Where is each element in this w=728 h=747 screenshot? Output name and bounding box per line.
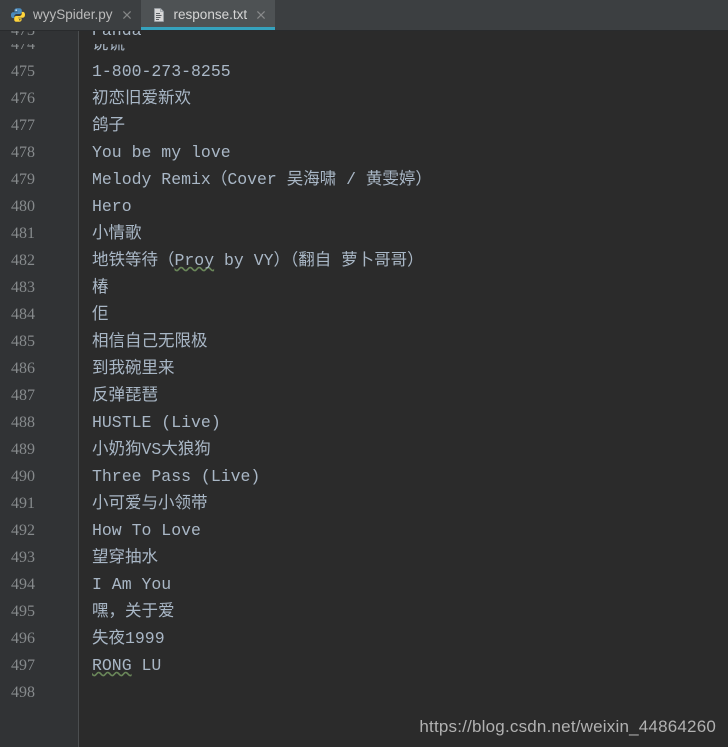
code-line[interactable]: 1-800-273-8255 <box>92 58 728 85</box>
text-file-icon <box>153 8 164 22</box>
line-number: 485 <box>11 333 35 350</box>
line-number: 479 <box>11 171 35 188</box>
code-line[interactable]: 说谎 <box>92 31 728 58</box>
code-text: 失夜1999 <box>92 629 165 648</box>
line-number: 486 <box>11 360 35 377</box>
line-number: 492 <box>11 522 35 539</box>
code-text: 1-800-273-8255 <box>92 62 231 81</box>
line-number: 480 <box>11 198 35 215</box>
code-line[interactable]: You be my love <box>92 139 728 166</box>
code-text: 初恋旧爱新欢 <box>92 89 191 108</box>
line-number: 484 <box>11 306 35 323</box>
line-number: 478 <box>11 144 35 161</box>
line-number: 493 <box>11 549 35 566</box>
code-line[interactable]: 望穿抽水 <box>92 544 728 571</box>
line-number: 476 <box>11 90 35 107</box>
code-text: Melody Remix（Cover 吴海啸 / 黄雯婷） <box>92 170 432 189</box>
code-line[interactable]: 相信自己无限极 <box>92 328 728 355</box>
line-number: 488 <box>11 414 35 431</box>
line-number: 487 <box>11 387 35 404</box>
code-text: 佢 <box>92 305 109 324</box>
code-text: You be my love <box>92 143 231 162</box>
editor-tab-bar: wyySpider.py response.txt <box>0 0 728 31</box>
code-line[interactable]: Hero <box>92 193 728 220</box>
line-number: 495 <box>11 603 35 620</box>
code-text: Three Pass (Live) <box>92 467 261 486</box>
code-line[interactable] <box>92 679 728 706</box>
code-text: LU <box>131 656 162 675</box>
tab-response-txt[interactable]: response.txt <box>140 0 276 30</box>
line-number: 496 <box>11 630 35 647</box>
code-text: HUSTLE (Live) <box>92 413 221 432</box>
line-number: 490 <box>11 468 35 485</box>
code-text: 相信自己无限极 <box>92 332 208 351</box>
code-line[interactable]: Melody Remix（Cover 吴海啸 / 黄雯婷） <box>92 166 728 193</box>
line-number: 494 <box>11 576 35 593</box>
spelling-typo-text: Proy <box>174 251 215 270</box>
line-number: 481 <box>11 225 35 242</box>
code-text: by VY）（翻自 萝卜哥哥） <box>214 251 424 270</box>
code-text: How To Love <box>92 521 201 540</box>
tab-label: response.txt <box>173 7 248 23</box>
line-number: 474 <box>11 36 35 53</box>
code-line[interactable]: 地铁等待（Proy by VY）（翻自 萝卜哥哥） <box>92 247 728 274</box>
code-line[interactable]: 鸽子 <box>92 112 728 139</box>
code-text: 鸽子 <box>92 116 125 135</box>
code-line[interactable]: 初恋旧爱新欢 <box>92 85 728 112</box>
code-line[interactable]: I Am You <box>92 571 728 598</box>
python-file-icon <box>11 8 25 22</box>
line-number: 477 <box>11 117 35 134</box>
code-line[interactable]: 佢 <box>92 301 728 328</box>
editor-area[interactable]: 474 475 476 477 478 479 480 481 482 483 484 485 486 4… <box>0 31 728 747</box>
code-line[interactable]: HUSTLE (Live) <box>92 409 728 436</box>
code-text: 嘿，关于爱 <box>92 602 175 621</box>
line-number: 491 <box>11 495 35 512</box>
code-text: 地铁等待（ <box>92 251 175 270</box>
code-text: 小可爱与小领带 <box>92 494 208 513</box>
code-line[interactable]: RONG LU <box>92 652 728 679</box>
code-text: 小情歌 <box>92 224 142 243</box>
line-number: 498 <box>11 684 35 701</box>
close-icon[interactable] <box>255 9 267 21</box>
code-pane[interactable]: 说谎 1-800-273-8255 初恋旧爱新欢 鸽子 You be my love Me… <box>79 31 728 747</box>
line-number: 489 <box>11 441 35 458</box>
line-number: 482 <box>11 252 35 269</box>
code-text: Hero <box>92 197 132 216</box>
spelling-typo-text: RONG <box>92 656 132 675</box>
code-line[interactable]: 嘿，关于爱 <box>92 598 728 625</box>
tab-label: wyySpider.py <box>33 7 113 23</box>
code-text: 说谎 <box>92 35 125 54</box>
line-number: 483 <box>11 279 35 296</box>
code-text: 椿 <box>92 278 109 297</box>
code-line[interactable]: 椿 <box>92 274 728 301</box>
code-text: 小奶狗VS大狼狗 <box>92 440 211 459</box>
tab-wyyspider-py[interactable]: wyySpider.py <box>0 0 141 30</box>
code-line[interactable]: 到我碗里来 <box>92 355 728 382</box>
code-line-list: 说谎 1-800-273-8255 初恋旧爱新欢 鸽子 You be my love Me… <box>79 31 728 706</box>
code-line[interactable]: 小可爱与小领带 <box>92 490 728 517</box>
code-line[interactable]: 失夜1999 <box>92 625 728 652</box>
code-line[interactable]: 小情歌 <box>92 220 728 247</box>
code-line[interactable]: 小奶狗VS大狼狗 <box>92 436 728 463</box>
code-line[interactable]: Three Pass (Live) <box>92 463 728 490</box>
code-text: 望穿抽水 <box>92 548 158 567</box>
code-text: 反弹琵琶 <box>92 386 158 405</box>
watermark-url: https://blog.csdn.net/weixin_44864260 <box>419 717 716 736</box>
code-line[interactable]: 反弹琵琶 <box>92 382 728 409</box>
ide-window: wyySpider.py response.txt 474 475 476 477 47… <box>0 0 728 747</box>
code-text: 到我碗里来 <box>92 359 175 378</box>
line-number: 497 <box>11 657 35 674</box>
code-line[interactable]: How To Love <box>92 517 728 544</box>
line-number: 475 <box>11 63 35 80</box>
code-text: I Am You <box>92 575 172 594</box>
line-number-list: 474 475 476 477 478 479 480 481 482 483 484 485 486 4… <box>0 31 69 706</box>
close-icon[interactable] <box>121 9 133 21</box>
line-number-gutter[interactable]: 474 475 476 477 478 479 480 481 482 483 484 485 486 4… <box>0 31 79 747</box>
